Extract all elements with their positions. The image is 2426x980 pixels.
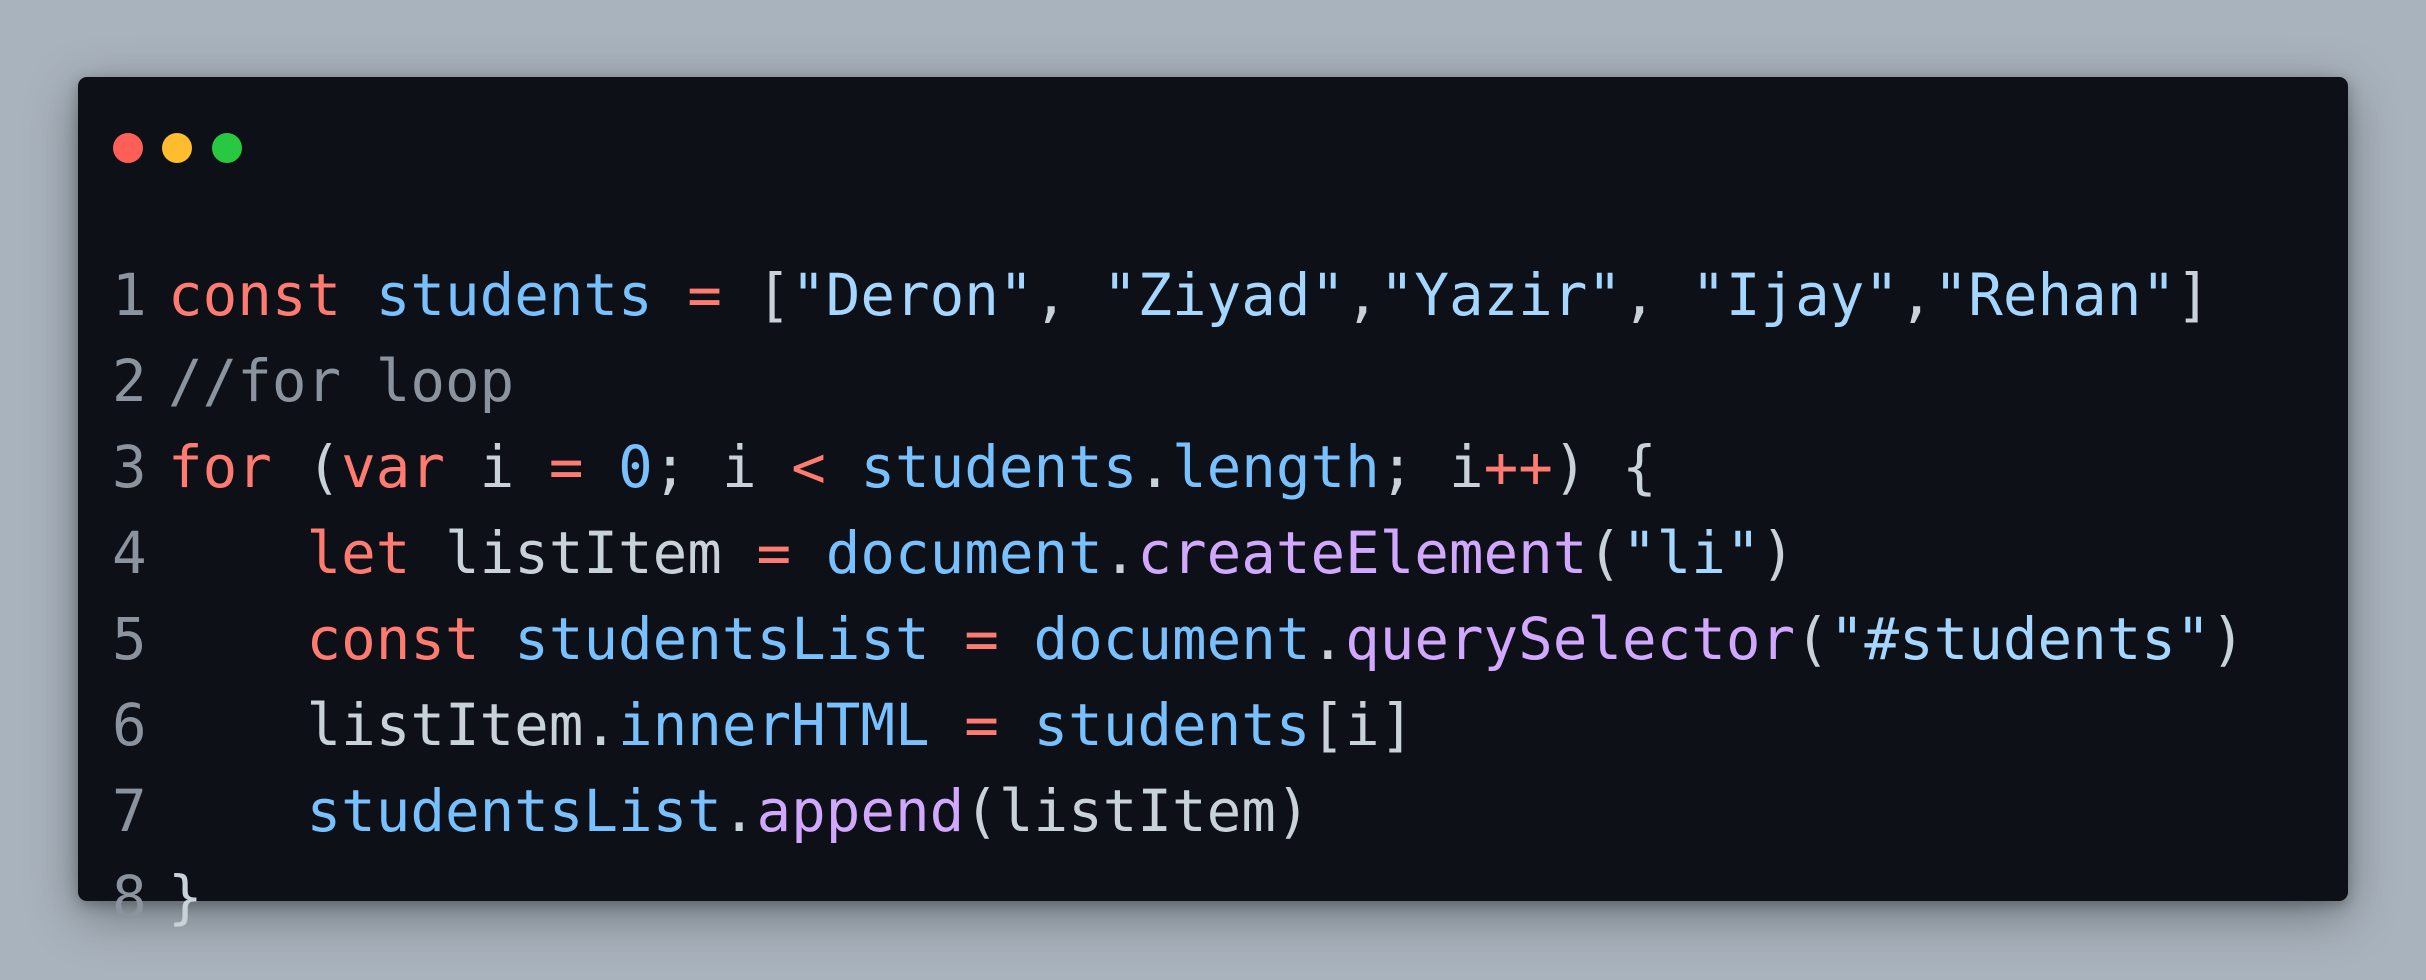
line-number: 5 <box>112 606 147 673</box>
code-token-plain: ; i <box>1379 434 1484 501</box>
line-number: 7 <box>112 778 147 845</box>
code-window: 1 const students = ["Deron", "Ziyad","Yaz… <box>78 77 2348 931</box>
code-token-plain: . <box>721 778 757 845</box>
code-token-plain: ( <box>1587 520 1623 587</box>
code-token-string: "Ziyad" <box>1102 262 1346 329</box>
line-number: 2 <box>112 348 147 415</box>
code-token-plain: , <box>1345 262 1380 329</box>
code-token-ident: document <box>1033 606 1311 673</box>
code-token-op: < <box>791 434 826 501</box>
code-token-plain: . <box>1310 606 1346 673</box>
code-token-num: 0 <box>618 434 653 501</box>
code-token-ident: length <box>1172 434 1380 501</box>
line-number: 3 <box>112 434 147 501</box>
code-token-keyword: var <box>341 434 445 501</box>
code-token-plain: ( <box>271 434 342 501</box>
code-token-plain: ; i <box>652 434 792 501</box>
line-number: 6 <box>112 692 147 759</box>
line-number: 1 <box>112 262 147 329</box>
zoom-dot-icon[interactable] <box>212 133 242 163</box>
line-number: 8 <box>112 864 147 931</box>
close-dot-icon[interactable] <box>113 133 143 163</box>
code-token-keyword: const <box>306 606 480 673</box>
code-token-op: = <box>964 692 999 759</box>
code-line: 3 for (var i = 0; i < students.length; i+… <box>112 425 2245 511</box>
code-token-op: = <box>687 262 722 329</box>
code-token-plain: listItem. <box>168 692 619 759</box>
code-token-plain: , <box>1033 262 1103 329</box>
code-token-func: append <box>756 778 965 845</box>
code-token-string: "Deron" <box>791 262 1034 329</box>
code-token-func: querySelector <box>1345 606 1796 673</box>
code-token-ident: students <box>860 434 1138 501</box>
line-number: 4 <box>112 520 147 587</box>
code-token-keyword: let <box>306 520 411 587</box>
code-token-plain: [ <box>721 262 792 329</box>
code-token-ident: students <box>375 262 653 329</box>
code-token-ident: studentsList <box>306 778 722 845</box>
code-token-ident: innerHTML <box>618 692 930 759</box>
code-token-string: "Ijay" <box>1691 262 1899 329</box>
code-token-keyword: const <box>168 262 342 329</box>
code-token-op: = <box>548 434 584 501</box>
code-token-op: = <box>964 606 999 673</box>
code-token-ident: document <box>825 520 1103 587</box>
code-token-op: ++ <box>1483 434 1553 501</box>
code-token-plain: [i] <box>1310 692 1415 759</box>
code-token-plain: . <box>1137 434 1173 501</box>
code-block: 1 const students = ["Deron", "Ziyad","Yaz… <box>112 253 2245 941</box>
code-token-plain: , <box>1622 262 1692 329</box>
code-token-plain: listItem <box>410 520 757 587</box>
code-line: 6 listItem.innerHTML = students[i] <box>112 683 2245 769</box>
code-line: 7 studentsList.append(listItem) <box>112 769 2245 855</box>
code-token-plain: ) { <box>1552 434 1657 501</box>
code-token-string: "Rehan" <box>1933 262 2176 329</box>
code-token-plain: ) <box>1760 520 1796 587</box>
code-token-func: createElement <box>1137 520 1588 587</box>
code-line: 1 const students = ["Deron", "Ziyad","Yaz… <box>112 253 2245 339</box>
code-token-string: "#students" <box>1829 606 2211 673</box>
code-token-ident: studentsList <box>514 606 930 673</box>
code-line: 8} <box>112 855 2245 941</box>
code-line: 2 //for loop <box>112 339 2245 425</box>
code-token-plain: ] <box>2175 262 2211 329</box>
code-token-plain: i <box>444 434 549 501</box>
code-token-op: = <box>756 520 792 587</box>
code-token-plain: , <box>1899 262 1934 329</box>
code-token-comment: //for loop <box>168 348 515 415</box>
code-line: 5 const studentsList = document.querySel… <box>112 597 2245 683</box>
code-token-plain: (listItem) <box>964 778 1311 845</box>
code-token-string: "li" <box>1622 520 1761 587</box>
code-token-keyword: for <box>168 434 272 501</box>
minimize-dot-icon[interactable] <box>162 133 192 163</box>
code-token-string: "Yazir" <box>1379 262 1623 329</box>
code-token-plain: } <box>168 864 203 931</box>
code-token-plain: ) <box>2210 606 2246 673</box>
code-token-plain: ( <box>1795 606 1830 673</box>
code-token-ident: students <box>1033 692 1311 759</box>
code-token-plain: . <box>1102 520 1138 587</box>
code-line: 4 let listItem = document.createElement(… <box>112 511 2245 597</box>
